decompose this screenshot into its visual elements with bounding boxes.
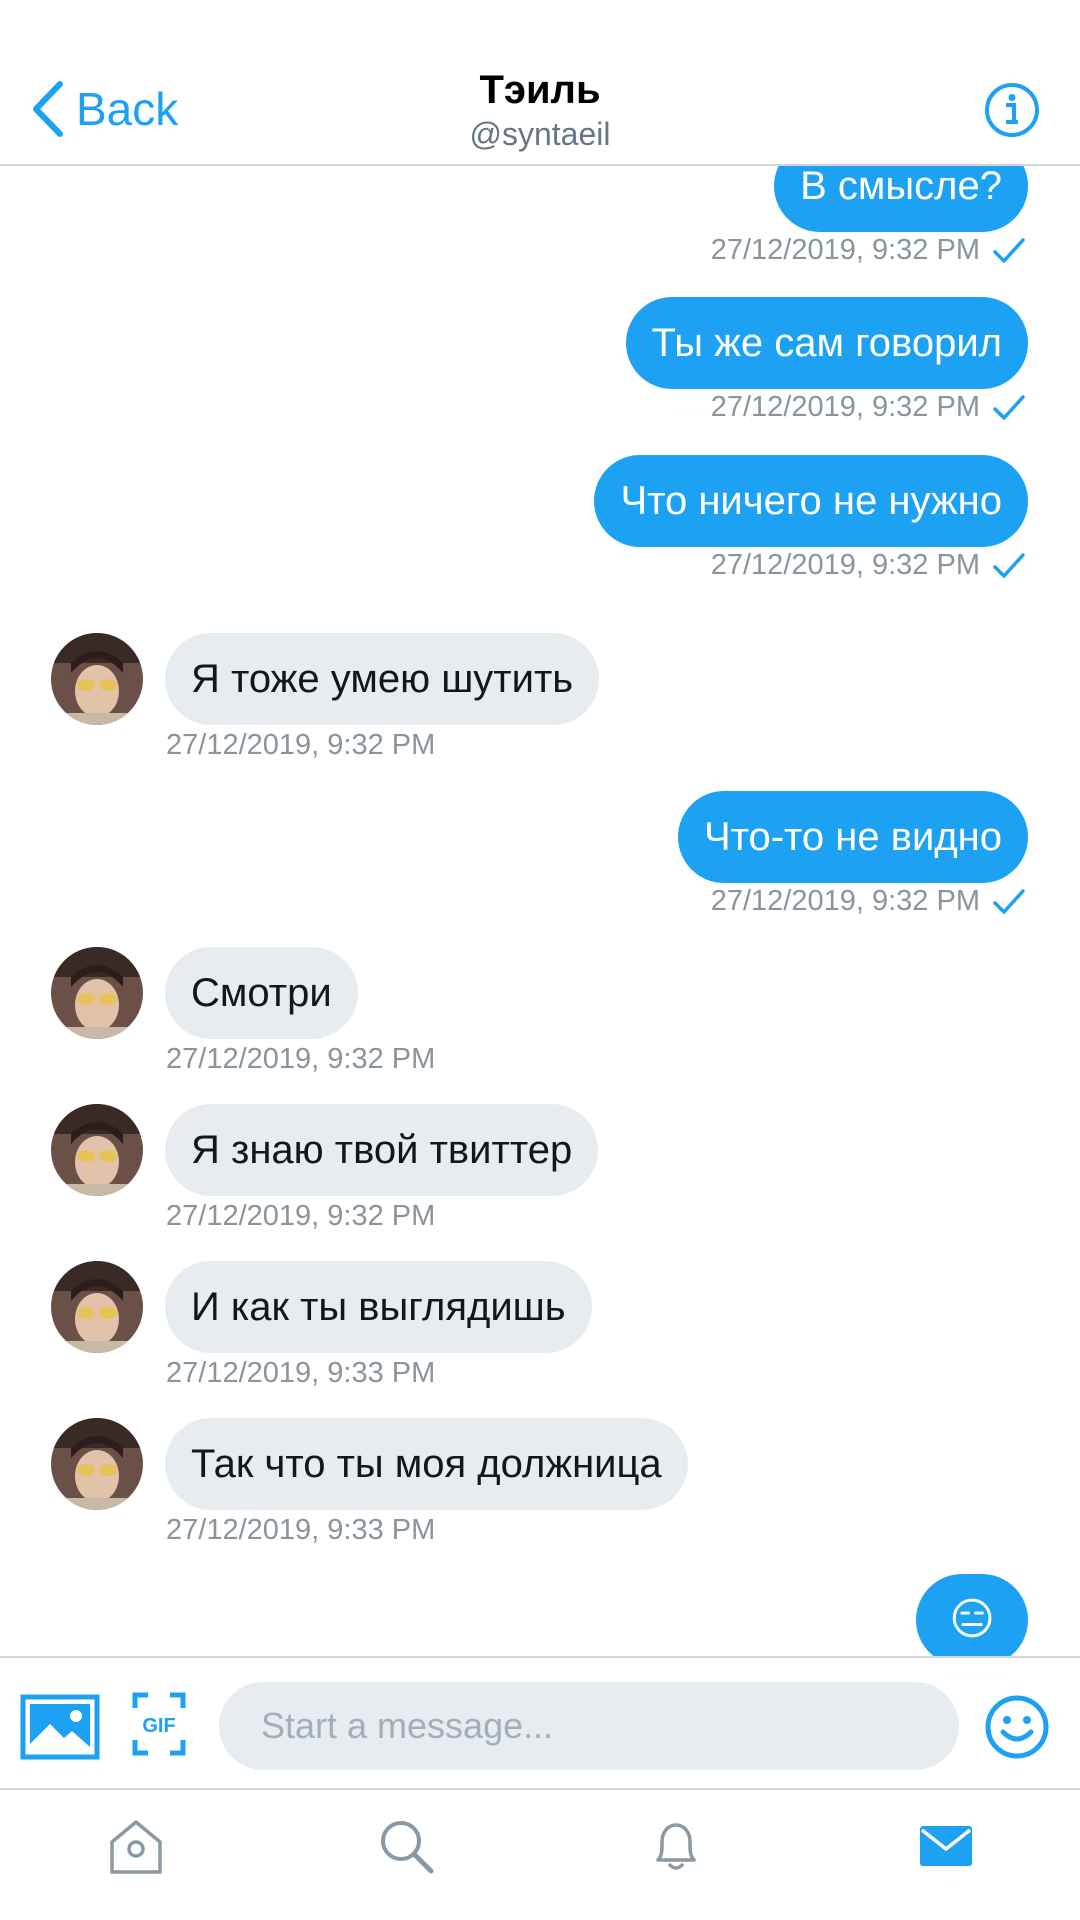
avatar[interactable] — [51, 1418, 143, 1510]
conversation-header: Back Тэиль @syntaeil — [0, 0, 1080, 166]
mail-icon[interactable] — [916, 1816, 976, 1876]
message-input[interactable] — [219, 1682, 959, 1770]
message-bubble[interactable]: Я знаю твой твиттер — [165, 1104, 599, 1196]
message-incoming: Я знаю твой твиттер 27/12/2019, 9:32 PM — [0, 1104, 1080, 1244]
message-timestamp: 27/12/2019, 9:33 PM — [166, 1357, 436, 1389]
message-incoming: Так что ты моя должница 27/12/2019, 9:33… — [0, 1418, 1080, 1558]
message-incoming: Я тоже умею шутить 27/12/2019, 9:32 PM — [0, 633, 1080, 773]
message-timestamp: 27/12/2019, 9:32 PM — [710, 391, 980, 423]
bell-icon[interactable] — [646, 1816, 706, 1876]
message-outgoing: Что-то не видно 27/12/2019, 9:32 PM — [0, 791, 1080, 951]
home-icon[interactable] — [106, 1816, 166, 1876]
search-icon[interactable] — [376, 1816, 436, 1876]
message-timestamp: 27/12/2019, 9:32 PM — [710, 885, 980, 917]
message-incoming: Смотри 27/12/2019, 9:32 PM — [0, 947, 1080, 1087]
message-meta: 27/12/2019, 9:32 PM — [711, 391, 1026, 424]
avatar-photo — [51, 633, 143, 725]
message-bubble[interactable]: Что ничего не нужно — [594, 455, 1028, 547]
message-outgoing: 😑 — [0, 1574, 1080, 1656]
read-check-icon — [993, 394, 1025, 420]
gif-label: GIF — [142, 1715, 175, 1737]
message-bubble[interactable]: Что-то не видно — [677, 791, 1028, 883]
message-outgoing: Ты же сам говорил 27/12/2019, 9:32 PM — [0, 297, 1080, 457]
conversation-handle: @syntaeil — [469, 116, 611, 152]
message-bubble[interactable]: Так что ты моя должница — [165, 1418, 688, 1510]
message-composer: GIF — [0, 1656, 1080, 1790]
avatar-photo — [51, 1418, 143, 1510]
message-meta: 27/12/2019, 9:32 PM — [711, 885, 1026, 918]
message-timestamp: 27/12/2019, 9:32 PM — [166, 1043, 436, 1075]
message-bubble[interactable]: В смысле? — [774, 166, 1028, 232]
avatar-photo — [51, 1261, 143, 1353]
emoji-expressionless: 😑 — [949, 1594, 995, 1645]
info-icon[interactable] — [984, 82, 1040, 138]
message-bubble[interactable]: Ты же сам говорил — [625, 297, 1028, 389]
avatar-photo — [51, 1104, 143, 1196]
avatar[interactable] — [51, 1104, 143, 1196]
emoji-icon[interactable] — [984, 1694, 1050, 1760]
read-check-icon — [993, 552, 1025, 578]
conversation-title-block[interactable]: Тэиль @syntaeil — [0, 66, 1080, 154]
message-timestamp: 27/12/2019, 9:32 PM — [166, 729, 436, 761]
message-bubble[interactable]: 😑 — [916, 1574, 1028, 1656]
image-icon[interactable] — [20, 1694, 100, 1760]
message-meta: 27/12/2019, 9:32 PM — [711, 549, 1026, 582]
message-bubble[interactable]: Смотри — [165, 947, 358, 1039]
avatar[interactable] — [51, 947, 143, 1039]
message-timestamp: 27/12/2019, 9:32 PM — [166, 1200, 436, 1232]
read-check-icon — [993, 237, 1025, 263]
message-list[interactable]: В смысле? 27/12/2019, 9:32 PM Ты же сам … — [0, 166, 1080, 1656]
message-timestamp: 27/12/2019, 9:32 PM — [710, 549, 980, 581]
message-timestamp: 27/12/2019, 9:33 PM — [166, 1514, 436, 1546]
avatar-photo — [51, 947, 143, 1039]
tab-bar — [0, 1790, 1080, 1920]
message-timestamp: 27/12/2019, 9:32 PM — [710, 234, 980, 266]
gif-icon[interactable]: GIF — [132, 1692, 186, 1756]
message-outgoing: Что ничего не нужно 27/12/2019, 9:32 PM — [0, 455, 1080, 615]
conversation-title: Тэиль — [479, 68, 601, 112]
message-incoming: И как ты выглядишь 27/12/2019, 9:33 PM — [0, 1261, 1080, 1401]
message-bubble[interactable]: И как ты выглядишь — [165, 1261, 592, 1353]
read-check-icon — [993, 888, 1025, 914]
message-outgoing: В смысле? 27/12/2019, 9:32 PM — [0, 166, 1080, 300]
message-meta: 27/12/2019, 9:32 PM — [711, 234, 1026, 267]
message-bubble[interactable]: Я тоже умею шутить — [165, 633, 600, 725]
avatar[interactable] — [51, 1261, 143, 1353]
avatar[interactable] — [51, 633, 143, 725]
